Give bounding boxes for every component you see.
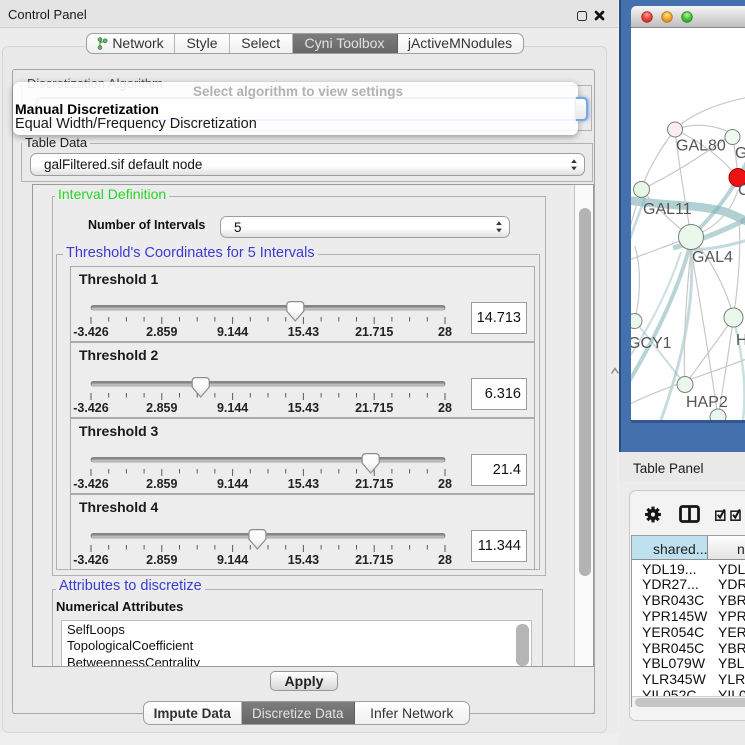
svg-text:-3.426: -3.426 — [73, 325, 108, 339]
svg-text:GCY1: GCY1 — [631, 335, 672, 352]
svg-text:15.43: 15.43 — [288, 401, 319, 415]
svg-text:28: 28 — [438, 401, 452, 415]
svg-text:21.715: 21.715 — [355, 401, 393, 415]
svg-text:GAL4: GAL4 — [692, 249, 733, 266]
svg-text:9.144: 9.144 — [217, 477, 248, 491]
svg-text:C: C — [738, 182, 745, 199]
svg-text:21.715: 21.715 — [355, 325, 393, 339]
svg-text:9.144: 9.144 — [217, 325, 248, 339]
svg-text:28: 28 — [438, 553, 452, 567]
svg-text:GAL11: GAL11 — [643, 201, 692, 218]
svg-text:-3.426: -3.426 — [73, 401, 108, 415]
svg-text:21.715: 21.715 — [355, 477, 393, 491]
svg-text:HAP2: HAP2 — [686, 394, 728, 411]
svg-text:9.144: 9.144 — [217, 401, 248, 415]
svg-text:28: 28 — [438, 325, 452, 339]
svg-text:2.859: 2.859 — [146, 477, 177, 491]
svg-text:2.859: 2.859 — [146, 553, 177, 567]
svg-text:2.859: 2.859 — [146, 401, 177, 415]
svg-text:15.43: 15.43 — [288, 325, 319, 339]
svg-text:9.144: 9.144 — [217, 553, 248, 567]
svg-text:21.715: 21.715 — [355, 553, 393, 567]
svg-text:15.43: 15.43 — [288, 477, 319, 491]
svg-text:2.859: 2.859 — [146, 325, 177, 339]
svg-text:28: 28 — [438, 477, 452, 491]
svg-text:GA: GA — [735, 145, 745, 162]
svg-text:-3.426: -3.426 — [73, 553, 108, 567]
svg-text:15.43: 15.43 — [288, 553, 319, 567]
svg-text:GAL80: GAL80 — [676, 138, 726, 155]
svg-text:-3.426: -3.426 — [73, 477, 108, 491]
svg-text:H: H — [736, 332, 745, 349]
